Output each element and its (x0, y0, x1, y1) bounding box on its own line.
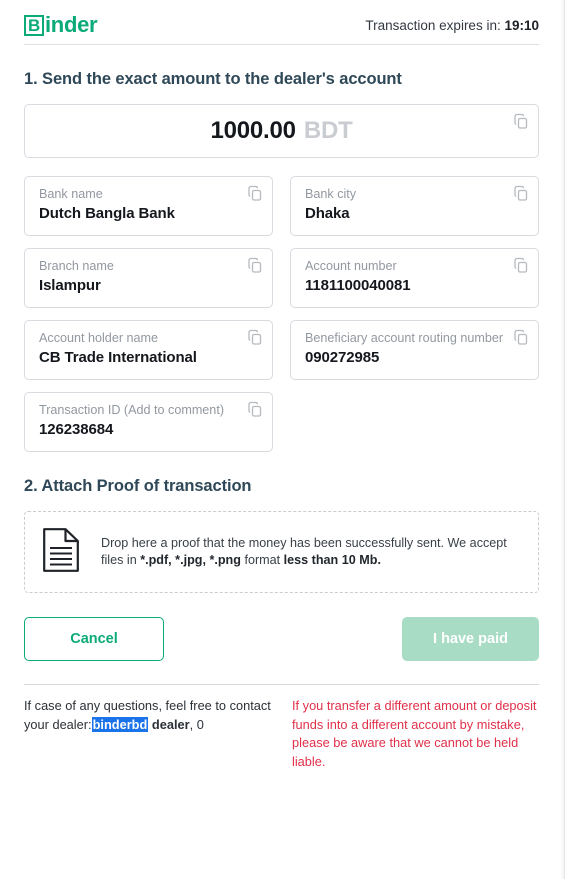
binder-logo[interactable]: Binder (24, 12, 98, 37)
field-card-account-holder-name: Account holder name CB Trade Internation… (24, 320, 273, 380)
copy-icon[interactable] (247, 185, 264, 202)
field-card-transaction-id: Transaction ID (Add to comment) 12623868… (24, 392, 273, 452)
section-2-title: 2. Attach Proof of transaction (24, 477, 252, 495)
field-label: Beneficiary account routing number (305, 331, 504, 345)
page-header: Binder Transaction expires in: 19:10 (24, 0, 539, 44)
dropzone-formats: *.pdf, *.jpg, *.png (140, 553, 241, 567)
copy-icon[interactable] (513, 113, 530, 130)
field-value: Dutch Bangla Bank (39, 205, 175, 222)
field-value: CB Trade International (39, 349, 197, 366)
field-value: 090272985 (305, 349, 380, 366)
copy-icon[interactable] (513, 329, 530, 346)
section-1-title: 1. Send the exact amount to the dealer's… (24, 70, 402, 88)
field-card-routing-number: Beneficiary account routing number 09027… (290, 320, 539, 380)
page-footer: If case of any questions, feel free to c… (24, 697, 539, 771)
transaction-timer-value: 19:10 (504, 17, 539, 33)
liability-warning: If you transfer a different amount or de… (292, 698, 537, 769)
dealer-contact-text: If case of any questions, feel free to c… (24, 697, 274, 771)
field-label: Account number (305, 259, 397, 273)
i-have-paid-button[interactable]: I have paid (402, 617, 539, 661)
field-card-account-number: Account number 1181100040081 (290, 248, 539, 308)
dealer-handle[interactable]: binderbd (91, 716, 149, 732)
copy-icon[interactable] (247, 257, 264, 274)
field-card-bank-city: Bank city Dhaka (290, 176, 539, 236)
header-divider (24, 44, 539, 45)
amount-value: 1000.00 (210, 117, 296, 144)
panel-right-gutter (564, 0, 576, 879)
copy-icon[interactable] (513, 257, 530, 274)
field-value: 126238684 (39, 421, 114, 438)
logo-badge-letter: B (24, 14, 44, 36)
field-label: Bank name (39, 187, 103, 201)
dealer-role: dealer (151, 716, 190, 732)
dropzone-size-limit: less than 10 Mb. (283, 553, 381, 567)
dealer-contact-prefix: If case of any questions, feel free to c… (24, 698, 271, 732)
dropzone-instructions: Drop here a proof that the money has bee… (101, 535, 520, 569)
amount-currency: BDT (303, 117, 353, 144)
field-label: Transaction ID (Add to comment) (39, 403, 225, 417)
payment-instructions-page: Binder Transaction expires in: 19:10 1. … (0, 0, 576, 879)
field-label: Branch name (39, 259, 114, 273)
transaction-timer: Transaction expires in: 19:10 (365, 18, 539, 33)
field-card-branch-name: Branch name Islampur (24, 248, 273, 308)
field-value: Islampur (39, 277, 101, 294)
field-label: Account holder name (39, 331, 159, 345)
field-value: 1181100040081 (305, 277, 411, 294)
amount-field: 1000.00 BDT (24, 104, 539, 158)
document-icon (43, 527, 79, 577)
copy-icon[interactable] (247, 401, 264, 418)
copy-icon[interactable] (513, 185, 530, 202)
action-buttons: Cancel I have paid (24, 617, 539, 661)
field-value: Dhaka (305, 205, 350, 222)
dropzone-text-part2: format (240, 553, 284, 567)
bank-details-grid: Bank name Dutch Bangla Bank Bank city Dh… (24, 176, 539, 452)
page-content: Binder Transaction expires in: 19:10 1. … (0, 0, 563, 879)
dealer-suffix: , 0 (189, 716, 204, 732)
cancel-button[interactable]: Cancel (24, 617, 164, 661)
field-card-bank-name: Bank name Dutch Bangla Bank (24, 176, 273, 236)
transaction-timer-label: Transaction expires in: (365, 17, 501, 33)
proof-dropzone[interactable]: Drop here a proof that the money has bee… (24, 511, 539, 593)
copy-icon[interactable] (247, 329, 264, 346)
field-label: Bank city (305, 187, 357, 201)
footer-divider (24, 684, 539, 685)
logo-wordmark: inder (45, 12, 98, 37)
